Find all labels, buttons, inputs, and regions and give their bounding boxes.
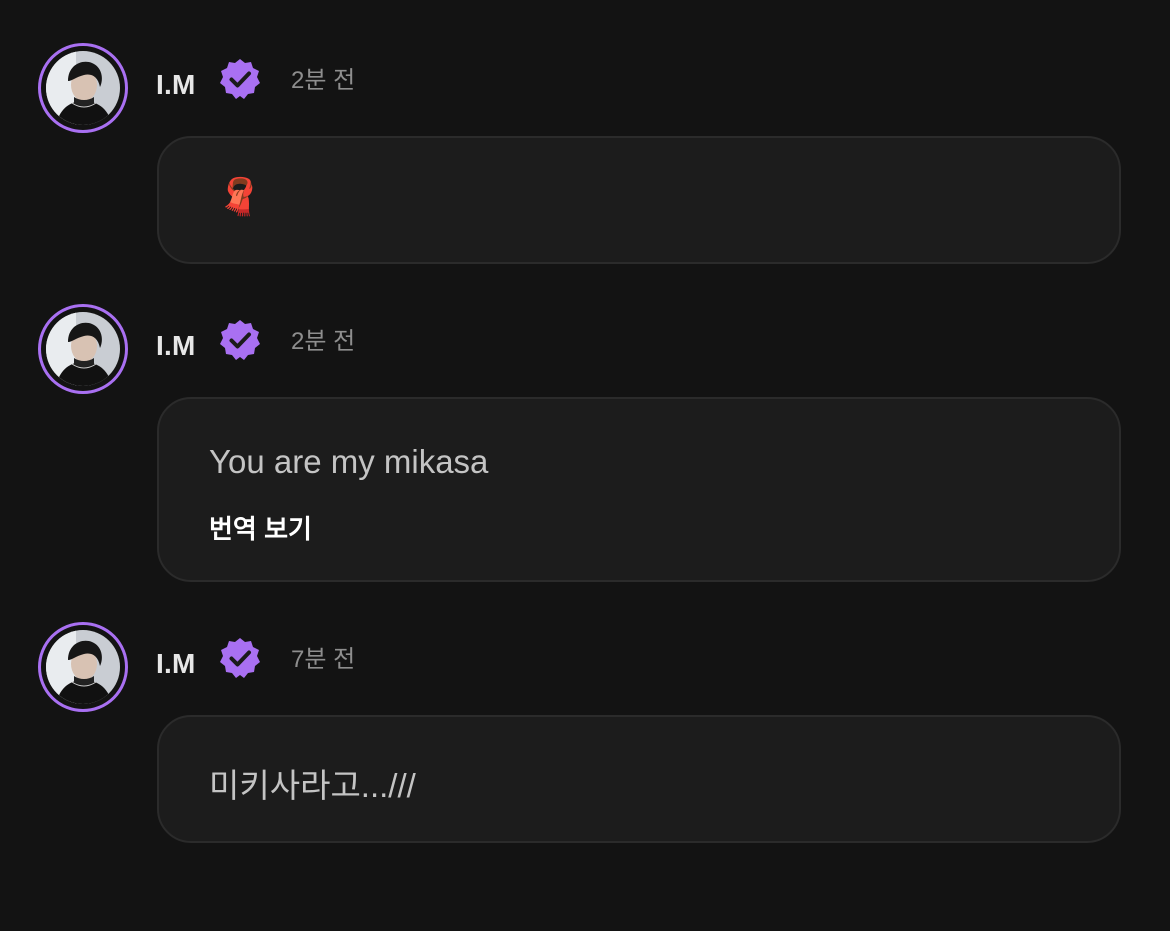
message-bubble: You are my mikasa 번역 보기 <box>157 397 1121 582</box>
author-name[interactable]: I.M <box>156 328 195 364</box>
post-item: I.M 2분 전 🧣 <box>0 43 1170 273</box>
avatar-photo <box>46 312 120 386</box>
message-text: 🧣 <box>217 176 262 217</box>
verified-badge-icon <box>220 638 260 678</box>
message-feed: I.M 2분 전 🧣 I.M 2분 전 You are my mikasa 번역… <box>0 0 1170 931</box>
post-time: 7분 전 <box>291 646 356 673</box>
author-name[interactable]: I.M <box>156 67 195 103</box>
message-bubble: 🧣 <box>157 136 1121 264</box>
avatar-photo <box>46 51 120 125</box>
post-time: 2분 전 <box>291 67 356 94</box>
message-bubble: 미키사라고.../// <box>157 715 1121 843</box>
author-name[interactable]: I.M <box>156 646 195 682</box>
post-time: 2분 전 <box>291 328 356 355</box>
avatar[interactable] <box>38 304 128 394</box>
translate-button[interactable]: 번역 보기 <box>209 509 312 546</box>
message-text: You are my mikasa <box>209 443 489 480</box>
message-text: 미키사라고.../// <box>209 767 416 804</box>
post-item: I.M 7분 전 미키사라고.../// <box>0 622 1170 852</box>
verified-badge-icon <box>220 320 260 360</box>
avatar[interactable] <box>38 43 128 133</box>
avatar[interactable] <box>38 622 128 712</box>
post-item: I.M 2분 전 You are my mikasa 번역 보기 <box>0 304 1170 594</box>
verified-badge-icon <box>220 59 260 99</box>
avatar-photo <box>46 630 120 704</box>
